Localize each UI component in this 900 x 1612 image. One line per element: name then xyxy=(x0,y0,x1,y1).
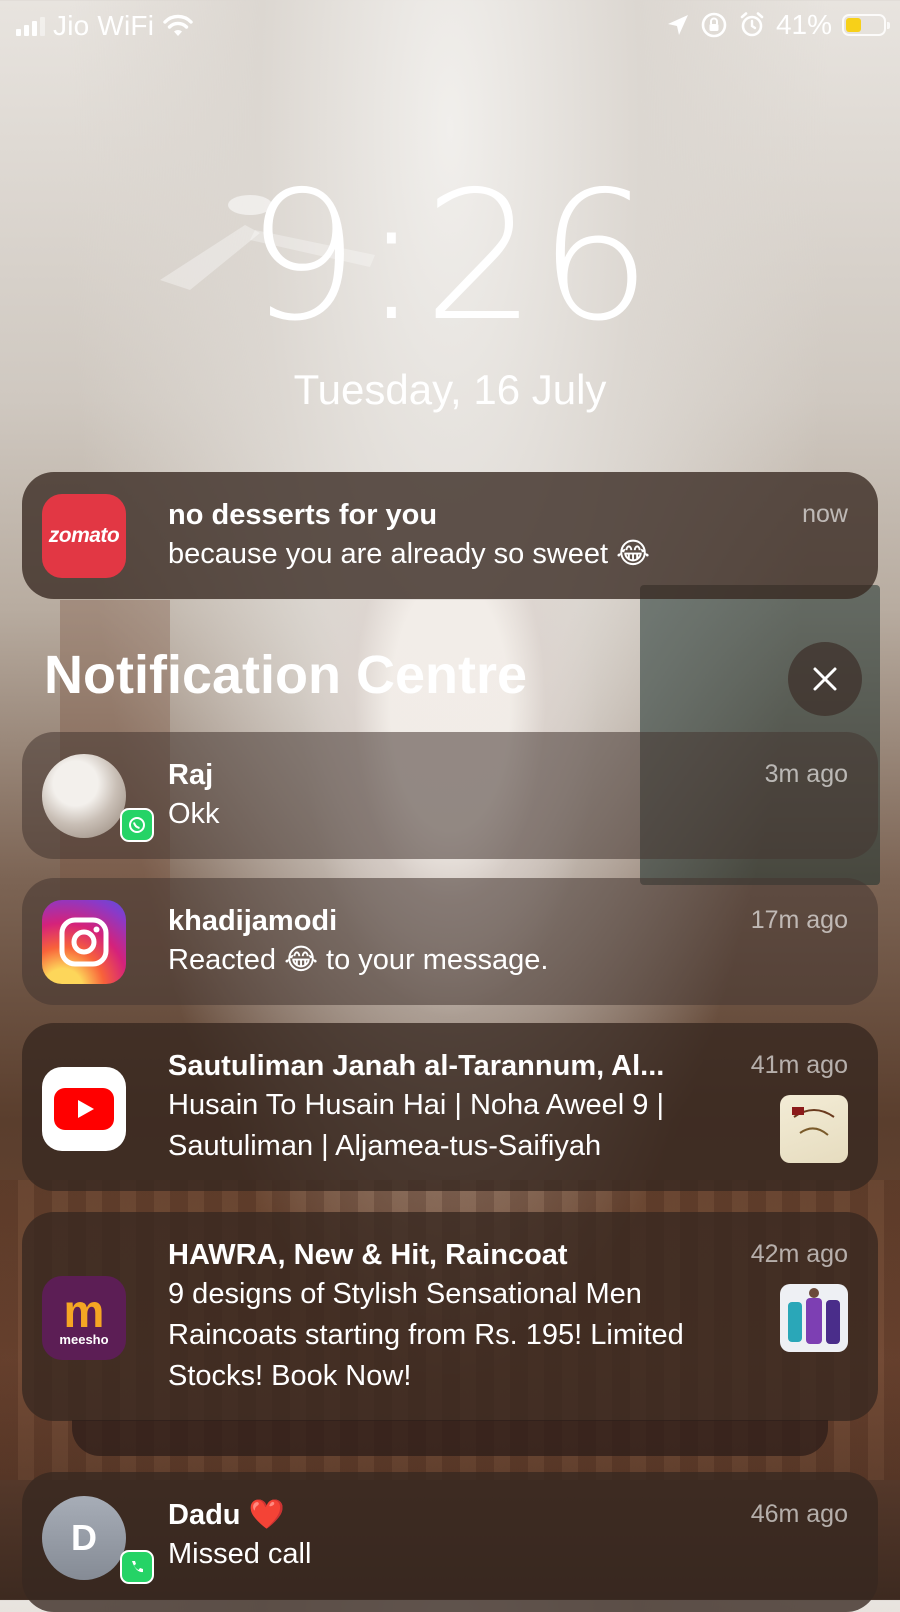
lock-date: Tuesday, 16 July xyxy=(293,366,607,413)
notification-centre-title: Notification Centre xyxy=(44,645,528,705)
status-bar: Jio WiFi 41% xyxy=(0,0,900,52)
close-icon xyxy=(813,667,837,691)
wifi-icon xyxy=(163,14,193,36)
notification-title: HAWRA, New & Hit, Raincoat xyxy=(168,1239,568,1271)
alarm-icon xyxy=(740,12,764,37)
notification-title: no desserts for you xyxy=(168,499,438,531)
instagram-app-icon xyxy=(42,900,126,984)
battery-percent: 41% xyxy=(775,9,832,40)
whatsapp-badge-icon xyxy=(120,808,154,842)
notification-title: Sautuliman Janah al-Tarannum, Al... xyxy=(168,1050,665,1082)
meesho-logo-m: m xyxy=(63,1284,105,1337)
notification-instagram[interactable]: khadijamodi Reacted 😂 to your message. 1… xyxy=(22,878,878,1005)
notification-centre-close-button[interactable] xyxy=(788,642,862,716)
notification-body: Okk xyxy=(168,798,220,830)
notification-title: Raj xyxy=(168,759,214,791)
battery-icon xyxy=(842,14,890,36)
avatar-letter: D xyxy=(71,1517,97,1558)
notification-body: Husain To Husain Hai | Noha Aweel 9 | Sa… xyxy=(168,1089,665,1162)
battery-fill xyxy=(846,18,861,32)
notification-time: 17m ago xyxy=(750,906,848,934)
zomato-app-icon: zomato xyxy=(42,494,126,578)
notification-body: Reacted 😂 to your message. xyxy=(168,944,549,976)
contact-avatar: D xyxy=(42,1496,126,1580)
youtube-app-icon xyxy=(42,1067,126,1151)
contact-avatar xyxy=(42,754,126,838)
notification-youtube[interactable]: Sautuliman Janah al-Tarannum, Al... Husa… xyxy=(22,1023,878,1191)
notification-time: 46m ago xyxy=(750,1500,848,1528)
phone-badge-icon xyxy=(120,1550,154,1584)
notification-zomato[interactable]: zomato no desserts for you because you a… xyxy=(22,472,878,599)
notification-meesho[interactable]: m meesho HAWRA, New & Hit, Raincoat 9 de… xyxy=(22,1212,878,1421)
notification-time: 41m ago xyxy=(750,1051,848,1079)
carrier-name: Jio WiFi xyxy=(53,10,155,41)
orientation-lock-icon xyxy=(701,12,727,38)
zomato-logo-text: zomato xyxy=(48,524,120,547)
notification-time: 3m ago xyxy=(764,760,848,788)
meesho-app-icon: m meesho xyxy=(42,1276,126,1360)
signal-icon xyxy=(16,16,45,36)
notification-body: 9 designs of Stylish Sensational Men Rai… xyxy=(168,1278,684,1392)
notification-title: khadijamodi xyxy=(168,905,338,937)
location-icon xyxy=(667,15,688,35)
product-thumbnail xyxy=(780,1284,848,1352)
notification-stack-indicator xyxy=(72,1420,828,1456)
meesho-logo-text: meesho xyxy=(59,1331,109,1347)
notification-phone[interactable]: D Dadu ❤️ Missed call 46m ago xyxy=(22,1472,878,1612)
notification-whatsapp[interactable]: Raj Okk 3m ago xyxy=(22,732,878,859)
notification-time: now xyxy=(802,500,848,528)
notification-body: Missed call xyxy=(168,1538,312,1570)
notification-title: Dadu ❤️ xyxy=(168,1499,285,1531)
notification-body: because you are already so sweet 😂 xyxy=(168,538,651,570)
video-thumbnail xyxy=(780,1095,848,1163)
lock-time: 9:26 xyxy=(246,153,654,360)
notification-time: 42m ago xyxy=(750,1240,848,1268)
